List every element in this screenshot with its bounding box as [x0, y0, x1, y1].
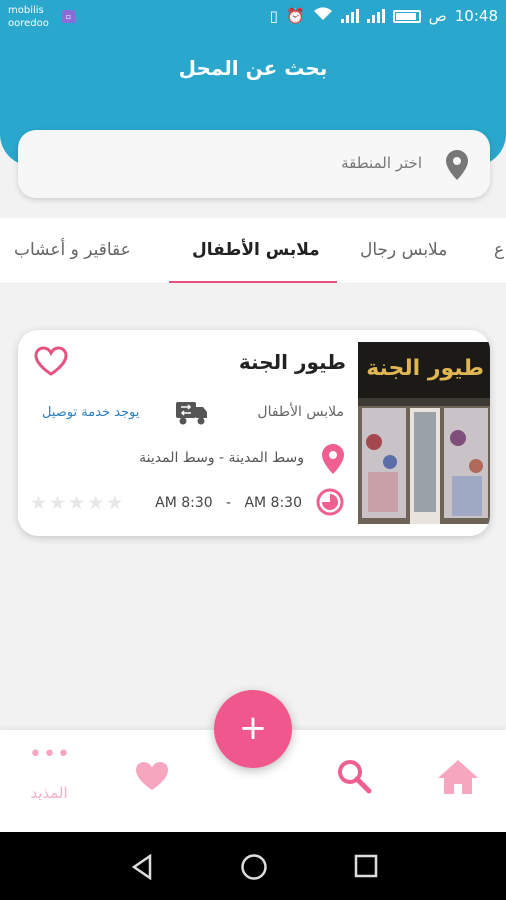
- location-pin-icon: [446, 150, 468, 184]
- region-placeholder: اختر المنطقة: [341, 154, 422, 172]
- alarm-icon: ⏰: [285, 7, 305, 25]
- favorite-heart-icon[interactable]: [34, 346, 68, 380]
- shop-category: ملابس الأطفال: [257, 404, 344, 420]
- tab-men-clothes[interactable]: ملابس رجال: [360, 240, 447, 260]
- page-title: بحث عن المحل: [178, 56, 328, 80]
- tab-herbs[interactable]: عقاقير و أعشاب: [14, 240, 131, 260]
- sim-icon: ▫: [62, 10, 75, 23]
- star-icon: ★: [68, 492, 86, 514]
- more-dots-icon[interactable]: •••: [26, 744, 74, 766]
- recents-square-icon[interactable]: [354, 854, 378, 882]
- tab-partial[interactable]: ع: [494, 240, 504, 260]
- status-icons: ▯ ⏰ ص 10:48: [270, 7, 498, 25]
- rating-stars: ★ ★ ★ ★ ★: [30, 492, 123, 514]
- shop-name: طيور الجنة: [238, 350, 346, 374]
- active-tab-indicator: [169, 281, 337, 283]
- region-picker[interactable]: اختر المنطقة: [18, 130, 490, 198]
- signal-icon: [340, 9, 359, 23]
- status-ampm: ص: [428, 7, 447, 25]
- shop-photo: طيور الجنة: [358, 342, 490, 524]
- tab-kids-clothes[interactable]: ملابس الأطفال: [192, 240, 320, 260]
- photo-sign: طيور الجنة: [366, 356, 484, 381]
- wifi-icon: [313, 7, 333, 25]
- home-circle-icon[interactable]: [240, 853, 268, 885]
- status-bar: mobilis ooredoo ▫ ▯ ⏰ ص 10:48: [0, 0, 506, 36]
- vibrate-icon: ▯: [269, 7, 278, 25]
- delivery-label: يوجد خدمة توصيل: [42, 405, 140, 420]
- category-tabs: ع ملابس رجال ملابس الأطفال عقاقير و أعشا…: [0, 218, 506, 284]
- battery-icon: [392, 9, 421, 23]
- status-time: 10:48: [454, 7, 498, 25]
- shop-location: وسط المدينة - وسط المدينة: [139, 450, 304, 466]
- signal-icon-2: [366, 9, 385, 23]
- star-icon: ★: [30, 492, 48, 514]
- nav-favorites-heart-icon[interactable]: [134, 760, 170, 796]
- clock-icon: [316, 488, 344, 520]
- star-icon: ★: [49, 492, 67, 514]
- shop-card[interactable]: طيور الجنة طيور الجنة ملابس الأطفال يوجد…: [18, 330, 490, 536]
- opening-hours: AM 8:30 - AM 8:30: [155, 495, 302, 511]
- delivery-truck-icon: [176, 400, 208, 430]
- star-icon: ★: [106, 492, 124, 514]
- shop-location-pin-icon: [322, 444, 344, 478]
- carrier-bottom: ooredoo: [8, 18, 49, 29]
- nav-search-icon[interactable]: [336, 758, 372, 798]
- carrier-top: mobilis: [8, 5, 44, 16]
- nav-more-label[interactable]: المذيد: [20, 784, 78, 802]
- carrier-name: mobilis ooredoo: [8, 4, 49, 30]
- star-icon: ★: [87, 492, 105, 514]
- add-button[interactable]: +: [214, 690, 292, 768]
- android-nav-bar: [0, 832, 506, 900]
- nav-home-icon[interactable]: [436, 758, 480, 800]
- back-icon[interactable]: [130, 853, 154, 884]
